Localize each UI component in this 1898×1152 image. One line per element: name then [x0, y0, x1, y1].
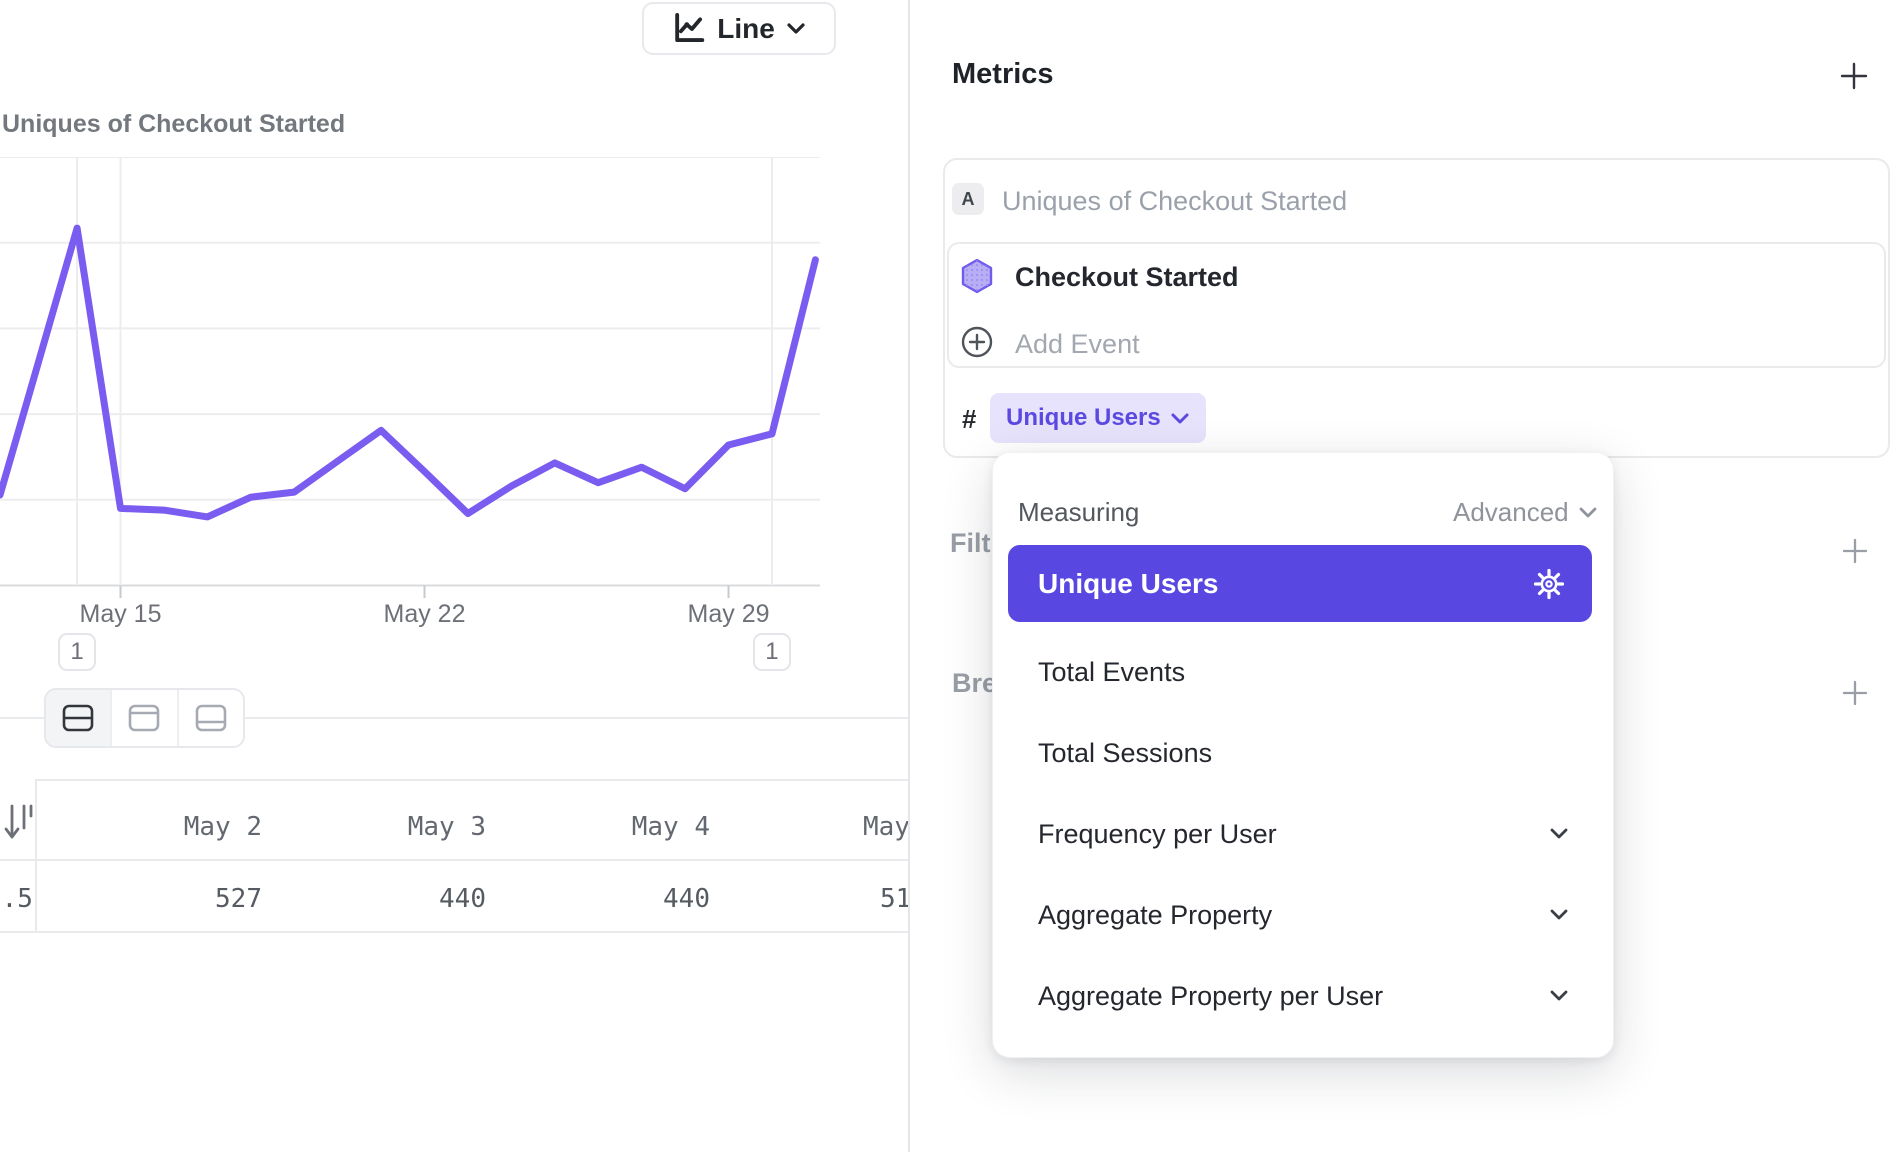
- menu-item-label: Total Events: [1038, 646, 1185, 698]
- table-border: [35, 779, 908, 781]
- table-border: [0, 859, 908, 861]
- hexagon-icon: [960, 258, 994, 294]
- event-name[interactable]: Checkout Started: [1015, 262, 1239, 293]
- measuring-label: Measuring: [1018, 497, 1139, 528]
- table-border: [0, 931, 908, 933]
- table-cell: 527: [38, 884, 262, 914]
- metrics-section-title: Metrics: [952, 58, 1054, 91]
- table-header[interactable]: May: [863, 812, 908, 842]
- chevron-down-icon: [785, 22, 807, 36]
- table-only-icon: [194, 703, 228, 733]
- filters-section-label: Filt: [950, 528, 991, 559]
- menu-item-aggregate-property[interactable]: Aggregate Property: [1008, 889, 1592, 941]
- table-header[interactable]: May 4: [486, 812, 710, 842]
- line-chart[interactable]: [0, 157, 908, 607]
- menu-item-total-sessions[interactable]: Total Sessions: [1008, 727, 1592, 779]
- metric-letter-badge: A: [952, 183, 984, 215]
- menu-item-label: Total Sessions: [1038, 727, 1212, 779]
- breakdowns-section-label: Bre: [952, 668, 997, 699]
- measure-type-prefix: #: [962, 404, 976, 435]
- layout-split-view-button[interactable]: [46, 690, 110, 746]
- menu-item-aggregate-property-per-user[interactable]: Aggregate Property per User: [1008, 970, 1592, 1022]
- line-chart-icon: [671, 12, 707, 46]
- x-axis-label: May 29: [659, 600, 799, 629]
- add-event-button[interactable]: Add Event: [1015, 329, 1140, 360]
- x-axis-label: May 15: [51, 600, 191, 629]
- frozen-column-divider: [35, 779, 37, 933]
- table-cell: 440: [262, 884, 486, 914]
- table-header[interactable]: May 2: [38, 812, 262, 842]
- metric-title[interactable]: Uniques of Checkout Started: [1002, 186, 1347, 217]
- chevron-down-icon: [1170, 412, 1190, 425]
- table-cell: 440: [486, 884, 710, 914]
- layout-toggle-group: [44, 688, 245, 748]
- selected-item-label: Unique Users: [1038, 545, 1219, 622]
- chevron-down-icon: [1548, 989, 1570, 1003]
- chart-only-icon: [127, 703, 161, 733]
- add-metric-plus-icon[interactable]: [1838, 60, 1870, 92]
- gear-icon[interactable]: [1532, 567, 1566, 601]
- table-cell: 51: [880, 884, 908, 914]
- advanced-mode-toggle[interactable]: Advanced: [1453, 497, 1603, 528]
- x-axis-label: May 22: [355, 600, 495, 629]
- chevron-down-icon: [1548, 827, 1570, 841]
- menu-item-label: Aggregate Property: [1038, 889, 1272, 941]
- add-breakdown-plus-icon[interactable]: [1840, 678, 1870, 708]
- measure-pill-dropdown[interactable]: Unique Users: [990, 393, 1206, 443]
- annotation-marker[interactable]: 1: [58, 633, 96, 671]
- annotation-marker[interactable]: 1: [753, 633, 791, 671]
- advanced-label: Advanced: [1453, 497, 1569, 528]
- layout-table-only-button[interactable]: [177, 690, 243, 746]
- menu-item-label: Aggregate Property per User: [1038, 970, 1383, 1022]
- layout-chart-only-button[interactable]: [110, 690, 176, 746]
- menu-item-total-events[interactable]: Total Events: [1008, 646, 1592, 698]
- chart-panel: Line Uniques of Checkout Started May 15 …: [0, 0, 908, 1152]
- menu-item-frequency-per-user[interactable]: Frequency per User: [1008, 808, 1592, 860]
- menu-item-unique-users-selected[interactable]: Unique Users: [1008, 545, 1592, 622]
- chart-title: Uniques of Checkout Started: [2, 110, 345, 139]
- chevron-down-icon: [1578, 506, 1598, 519]
- chart-type-label: Line: [717, 13, 775, 45]
- analytics-app: Line Uniques of Checkout Started May 15 …: [0, 0, 1898, 1152]
- chevron-down-icon: [1548, 908, 1570, 922]
- measure-pill-label: Unique Users: [1006, 404, 1161, 432]
- table-header[interactable]: May 3: [262, 812, 486, 842]
- sort-descending-icon[interactable]: [4, 800, 34, 844]
- chart-type-button[interactable]: Line: [642, 2, 836, 55]
- table-row-label: 0.5: [0, 884, 33, 914]
- add-filter-plus-icon[interactable]: [1840, 536, 1870, 566]
- menu-item-label: Frequency per User: [1038, 808, 1277, 860]
- add-circle-icon[interactable]: [960, 325, 994, 359]
- split-view-icon: [61, 703, 95, 733]
